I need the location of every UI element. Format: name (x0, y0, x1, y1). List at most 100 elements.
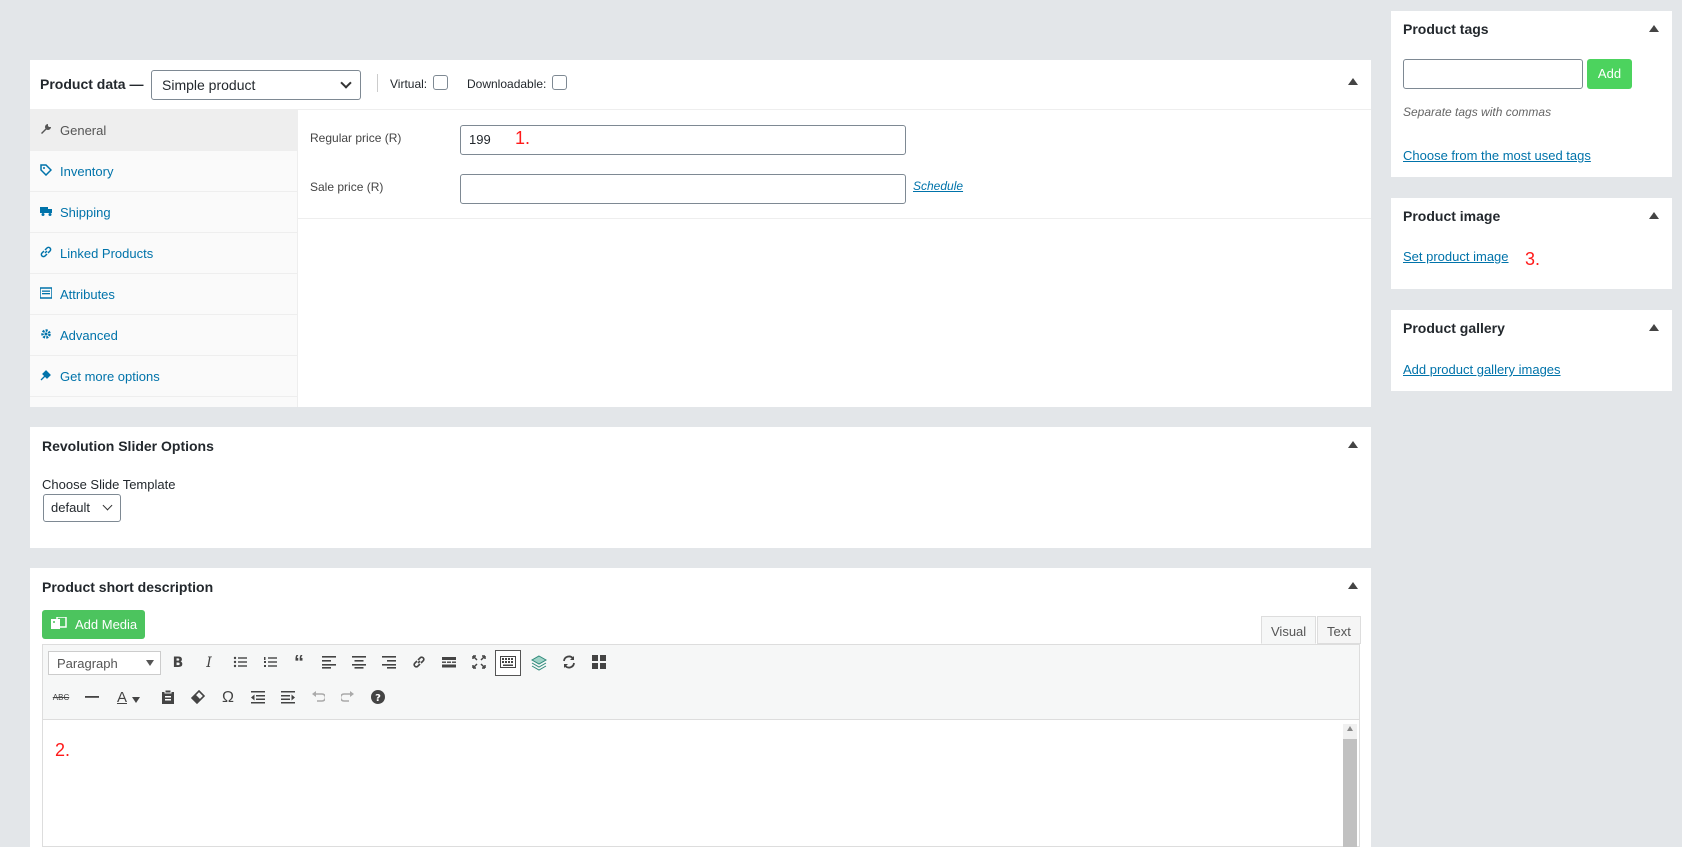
short-description-title: Product short description (42, 579, 214, 595)
help-icon[interactable]: ? (365, 685, 391, 711)
regular-price-value: 199 (469, 132, 491, 147)
align-left-icon[interactable] (316, 650, 342, 676)
layers-plugin-icon[interactable] (526, 650, 552, 676)
wrench-icon (40, 123, 52, 135)
truck-icon (40, 205, 52, 217)
italic-icon[interactable]: I (196, 650, 222, 676)
revolution-slider-title: Revolution Slider Options (42, 438, 214, 454)
slide-template-select[interactable]: default (43, 494, 121, 522)
product-data-box: Product data — Simple product Virtual: D… (30, 60, 1371, 407)
align-center-icon[interactable] (346, 650, 372, 676)
format-select-value: Paragraph (57, 656, 118, 671)
tab-advanced[interactable]: Advanced (30, 315, 298, 356)
editor-toolbar: Paragraph B I “ ABC A Ω ? (42, 644, 1360, 720)
product-data-header: Product data — Simple product Virtual: D… (30, 60, 1371, 110)
tab-attributes-label: Attributes (60, 287, 115, 302)
slide-template-value: default (51, 500, 91, 515)
tab-linked-products-label: Linked Products (60, 246, 154, 261)
add-tag-button[interactable]: Add (1587, 59, 1632, 89)
short-description-box: Product short description Add Media Visu… (30, 568, 1371, 847)
tab-shipping-label: Shipping (60, 205, 111, 220)
scroll-up-arrow-icon[interactable] (1347, 726, 1353, 731)
tab-shipping[interactable]: Shipping (30, 192, 298, 233)
tab-attributes[interactable]: Attributes (30, 274, 298, 315)
divider (377, 74, 378, 92)
strikethrough-icon[interactable]: ABC (48, 685, 74, 711)
plugin-icon (40, 369, 52, 381)
paste-text-icon[interactable] (155, 685, 181, 711)
tags-hint: Separate tags with commas (1403, 105, 1552, 119)
collapse-toggle-icon[interactable] (1348, 582, 1358, 589)
regular-price-label: Regular price (R) (310, 131, 402, 145)
gear-icon (40, 328, 52, 340)
tab-text[interactable]: Text (1317, 616, 1361, 644)
format-select[interactable]: Paragraph (48, 651, 161, 675)
collapse-toggle-icon[interactable] (1348, 441, 1358, 448)
product-type-value: Simple product (162, 77, 256, 93)
tab-general[interactable]: General (30, 110, 298, 151)
refresh-icon[interactable] (556, 650, 582, 676)
undo-icon[interactable] (305, 685, 331, 711)
horizontal-line-icon[interactable] (79, 685, 105, 711)
collapse-toggle-icon[interactable] (1649, 212, 1659, 219)
set-product-image-link[interactable]: Set product image (1403, 249, 1509, 264)
tab-visual-label: Visual (1271, 624, 1307, 639)
chevron-down-icon (340, 77, 352, 89)
tab-linked-products[interactable]: Linked Products (30, 233, 298, 274)
annotation-3: 3. (1525, 249, 1541, 269)
special-character-icon[interactable]: Ω (215, 685, 241, 711)
dropdown-arrow-icon (146, 660, 154, 666)
collapse-toggle-icon[interactable] (1649, 25, 1659, 32)
add-media-label: Add Media (75, 617, 138, 632)
divider (298, 218, 1371, 219)
product-tags-title: Product tags (1403, 21, 1489, 37)
toolbar-toggle-icon[interactable] (495, 650, 521, 676)
most-used-tags-link[interactable]: Choose from the most used tags (1403, 148, 1591, 163)
sale-price-label: Sale price (R) (310, 180, 384, 194)
schedule-link[interactable]: Schedule (913, 179, 963, 193)
fullscreen-icon[interactable] (466, 650, 492, 676)
product-image-box: Product image Set product image 3. (1391, 198, 1672, 289)
editor-scrollbar-thumb[interactable] (1343, 739, 1357, 847)
product-type-select[interactable]: Simple product (151, 70, 361, 100)
product-data-title: Product data — (40, 76, 144, 92)
collapse-toggle-icon[interactable] (1348, 78, 1358, 85)
revolution-slider-box: Revolution Slider Options Choose Slide T… (30, 427, 1371, 548)
grid-icon[interactable] (586, 650, 612, 676)
product-tags-box: Product tags Add Separate tags with comm… (1391, 11, 1672, 177)
virtual-checkbox[interactable] (433, 75, 448, 90)
add-media-button[interactable]: Add Media (42, 610, 145, 639)
redo-icon[interactable] (335, 685, 361, 711)
tag-icon (40, 164, 53, 177)
slide-template-label: Choose Slide Template (42, 477, 176, 492)
align-right-icon[interactable] (376, 650, 402, 676)
svg-text:?: ? (375, 693, 381, 704)
read-more-icon[interactable] (436, 650, 462, 676)
downloadable-label: Downloadable: (467, 77, 547, 91)
tab-inventory[interactable]: Inventory (30, 151, 298, 192)
indent-icon[interactable] (275, 685, 301, 711)
bold-icon[interactable]: B (165, 650, 191, 676)
numbered-list-icon[interactable] (257, 650, 283, 676)
bullet-list-icon[interactable] (227, 650, 253, 676)
tab-get-more-options-label: Get more options (60, 369, 160, 384)
tab-get-more-options[interactable]: Get more options (30, 356, 298, 397)
product-image-title: Product image (1403, 208, 1501, 224)
media-icon (51, 616, 67, 631)
outdent-icon[interactable] (245, 685, 271, 711)
clear-formatting-icon[interactable] (185, 685, 211, 711)
collapse-toggle-icon[interactable] (1649, 324, 1659, 331)
add-gallery-images-link[interactable]: Add product gallery images (1403, 362, 1561, 377)
tag-input[interactable] (1403, 59, 1583, 89)
downloadable-checkbox[interactable] (552, 75, 567, 90)
link-icon[interactable] (406, 650, 432, 676)
tab-general-label: General (60, 123, 107, 138)
text-color-dropdown-icon[interactable] (129, 685, 143, 711)
blockquote-icon[interactable]: “ (286, 650, 312, 676)
sale-price-input[interactable] (460, 174, 906, 204)
editor-content-area[interactable]: 2. (42, 720, 1360, 847)
tab-inventory-label: Inventory (60, 164, 114, 179)
link-icon (40, 246, 52, 258)
tab-advanced-label: Advanced (60, 328, 118, 343)
tab-visual[interactable]: Visual (1261, 616, 1317, 644)
